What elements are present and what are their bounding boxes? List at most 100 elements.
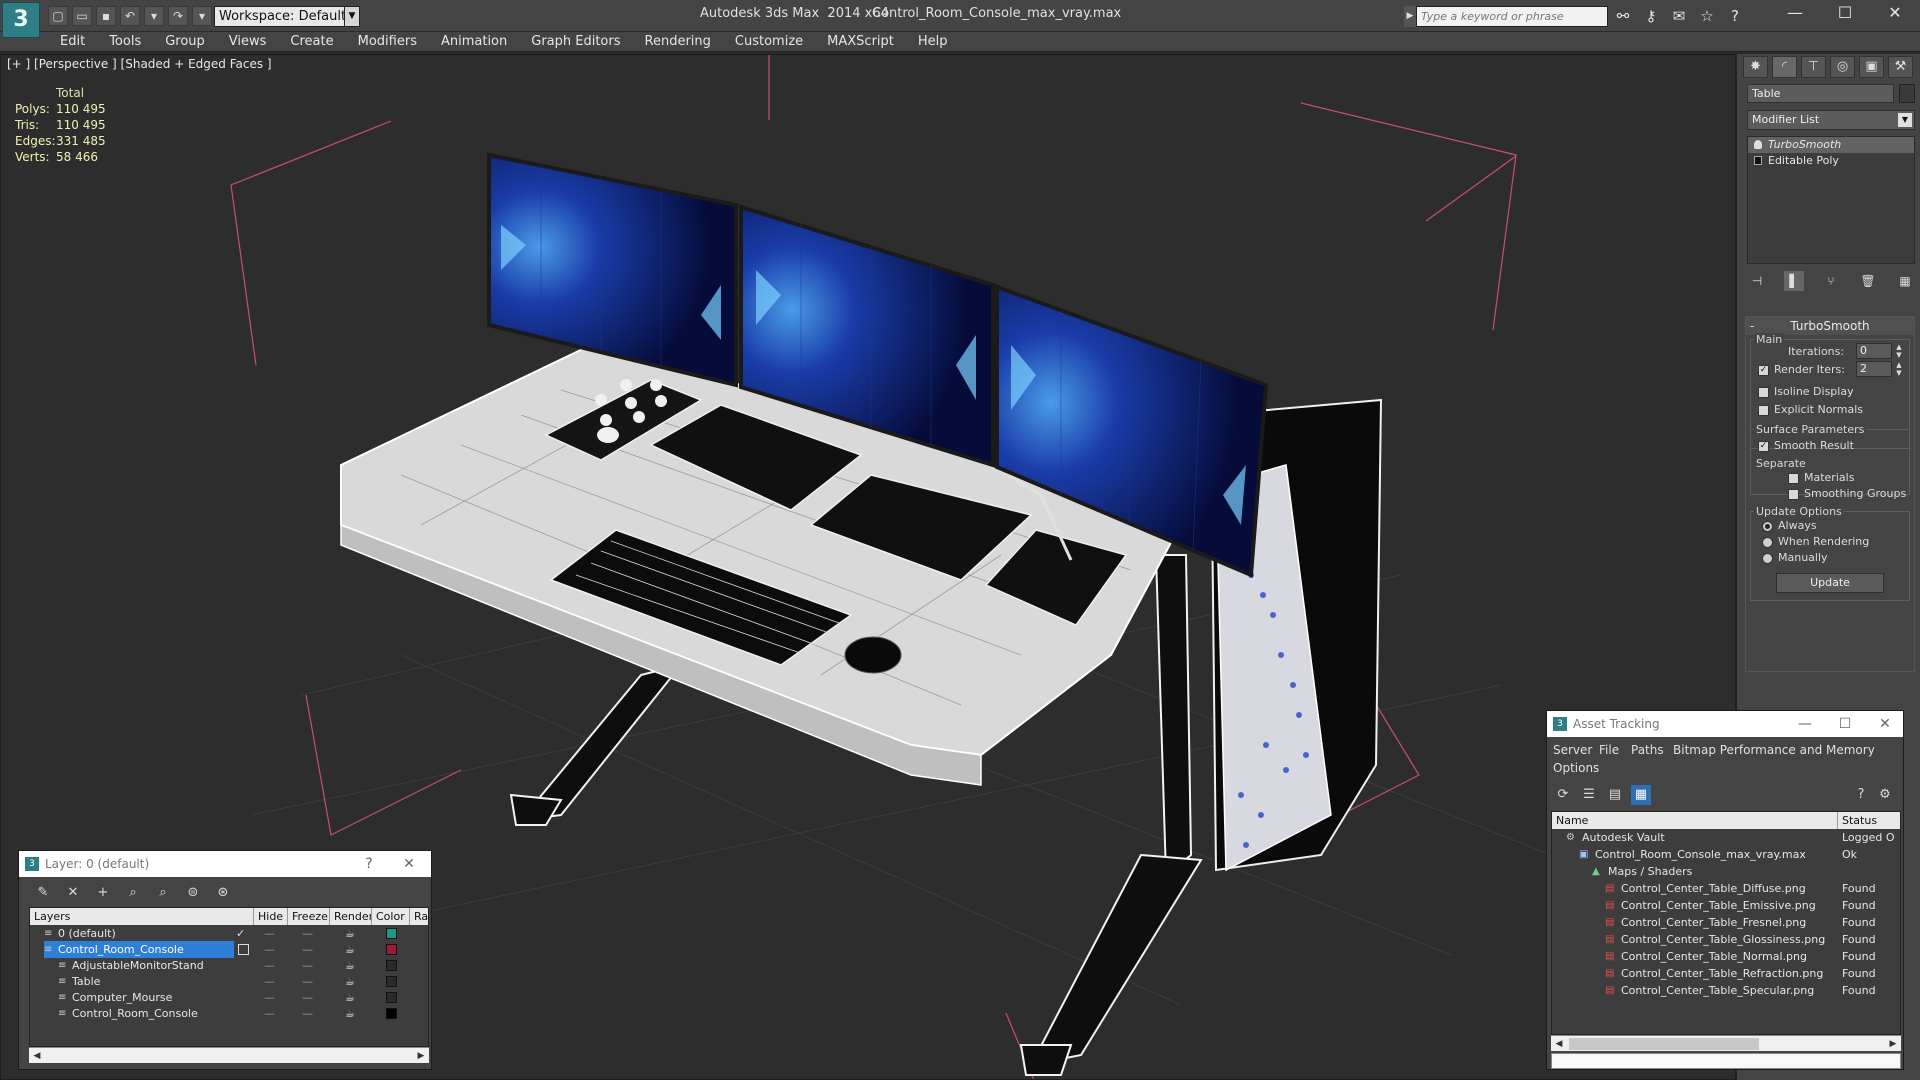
workspace-dropdown[interactable]: Workspace: Default bbox=[214, 6, 360, 27]
layer-row[interactable]: Control_Room_Console ≡ — — ☕ bbox=[30, 941, 428, 958]
asset-row[interactable]: ▣ Control_Room_Console_max_vray.max Ok bbox=[1552, 846, 1900, 863]
layer-row[interactable]: Computer_Mourse ≡ — — ☕ bbox=[30, 989, 428, 1006]
spinner-arrows-icon[interactable]: ▲ ▼ bbox=[1894, 361, 1904, 377]
layer-color-swatch[interactable] bbox=[386, 960, 397, 971]
asset-menu-paths[interactable]: Paths bbox=[1631, 743, 1664, 757]
star-icon[interactable]: ☆ bbox=[1696, 6, 1718, 26]
col-color[interactable]: Color bbox=[372, 908, 410, 925]
spinner-arrows-icon[interactable]: ▲ ▼ bbox=[1894, 343, 1904, 359]
asset-name[interactable]: Control_Room_Console_max_vray.max bbox=[1595, 846, 1836, 863]
menu-modifiers[interactable]: Modifiers bbox=[346, 32, 429, 51]
refresh-icon[interactable]: ⟳ bbox=[1553, 785, 1573, 805]
motion-tab-icon[interactable]: ◎ bbox=[1830, 56, 1855, 78]
smooth-result-checkbox[interactable]: ✓ bbox=[1758, 441, 1769, 452]
show-end-result-icon[interactable]: ▌ bbox=[1784, 271, 1804, 291]
menu-edit[interactable]: Edit bbox=[48, 32, 97, 51]
menu-customize[interactable]: Customize bbox=[723, 32, 815, 51]
layer-name[interactable]: Control_Room_Console bbox=[44, 941, 234, 958]
app-logo-icon[interactable]: 3 bbox=[2, 2, 40, 38]
undo-dropdown-icon[interactable]: ▾ bbox=[144, 6, 164, 26]
stack-item-turbosmooth[interactable]: TurboSmooth bbox=[1748, 137, 1914, 153]
asset-menu-file[interactable]: File bbox=[1599, 743, 1619, 757]
manually-radio[interactable] bbox=[1762, 553, 1773, 564]
open-file-icon[interactable]: ▭ bbox=[72, 6, 92, 26]
highlight-layer-icon[interactable]: ⌕ bbox=[153, 883, 173, 903]
menu-animation[interactable]: Animation bbox=[429, 32, 519, 51]
asset-name[interactable]: Maps / Shaders bbox=[1608, 863, 1836, 880]
lightbulb-icon[interactable] bbox=[1754, 140, 1762, 149]
make-unique-icon[interactable]: ⑂ bbox=[1821, 271, 1841, 291]
col-radiosity[interactable]: Ra bbox=[410, 908, 428, 925]
layer-color-swatch[interactable] bbox=[386, 992, 397, 1003]
menu-group[interactable]: Group bbox=[153, 32, 217, 51]
expand-icon[interactable] bbox=[1754, 156, 1762, 165]
asset-name[interactable]: Control_Center_Table_Refraction.png bbox=[1621, 965, 1836, 982]
help-icon[interactable]: ? bbox=[1724, 6, 1746, 26]
configure-sets-icon[interactable]: ▦ bbox=[1895, 271, 1915, 291]
hide-toggle[interactable]: — bbox=[264, 941, 284, 958]
menu-views[interactable]: Views bbox=[217, 32, 279, 51]
hide-toggle[interactable]: — bbox=[264, 957, 284, 974]
asset-row[interactable]: ▤ Control_Center_Table_Fresnel.png Found bbox=[1552, 914, 1900, 931]
explicit-normals-checkbox[interactable] bbox=[1758, 405, 1769, 416]
col-layers[interactable]: Layers bbox=[30, 908, 254, 925]
freeze-toggle[interactable]: — bbox=[302, 925, 322, 942]
hierarchy-tab-icon[interactable]: ⊤ bbox=[1801, 56, 1826, 78]
iterations-spinner[interactable]: 0 bbox=[1856, 343, 1892, 359]
asset-row[interactable]: ▤ Control_Center_Table_Diffuse.png Found bbox=[1552, 880, 1900, 897]
search-input[interactable]: Type a keyword or phrase bbox=[1416, 6, 1608, 27]
asset-name[interactable]: Control_Center_Table_Specular.png bbox=[1621, 982, 1836, 999]
list-view-icon[interactable]: ☰ bbox=[1579, 785, 1599, 805]
help-icon[interactable]: ? bbox=[349, 851, 389, 877]
asset-row[interactable]: ▲ Maps / Shaders bbox=[1552, 863, 1900, 880]
asset-name[interactable]: Control_Center_Table_Emissive.png bbox=[1621, 897, 1836, 914]
modifier-list-dropdown[interactable]: Modifier List ▼ bbox=[1747, 110, 1915, 130]
utilities-tab-icon[interactable]: ⚒ bbox=[1888, 56, 1913, 78]
menu-maxscript[interactable]: MAXScript bbox=[815, 32, 906, 51]
render-teapot-icon[interactable]: ☕ bbox=[345, 925, 361, 942]
layer-window-titlebar[interactable]: 3 Layer: 0 (default) ? ✕ bbox=[19, 851, 431, 877]
layer-color-swatch[interactable] bbox=[386, 1008, 397, 1019]
layer-row[interactable]: Control_Room_Console ≡ — — ☕ bbox=[30, 1005, 428, 1022]
layer-name[interactable]: 0 (default) bbox=[44, 925, 234, 942]
update-button[interactable]: Update bbox=[1776, 573, 1884, 593]
layer-color-swatch[interactable] bbox=[386, 976, 397, 987]
close-icon[interactable]: ✕ bbox=[1870, 0, 1920, 26]
menu-graph-editors[interactable]: Graph Editors bbox=[519, 32, 632, 51]
current-layer-check-icon[interactable]: ✓ bbox=[236, 925, 250, 942]
asset-menu-server[interactable]: Server bbox=[1553, 743, 1592, 757]
render-iters-checkbox[interactable]: ✓ bbox=[1758, 365, 1769, 376]
redo-icon[interactable]: ↷ bbox=[168, 6, 188, 26]
create-tab-icon[interactable]: ✸ bbox=[1743, 56, 1768, 78]
object-color-swatch[interactable] bbox=[1899, 84, 1915, 103]
scroll-left-icon[interactable]: ◀ bbox=[1551, 1036, 1567, 1052]
layer-row[interactable]: 0 (default) ≡ — — ☕ ✓ bbox=[30, 925, 428, 942]
render-teapot-icon[interactable]: ☕ bbox=[345, 1005, 361, 1022]
close-icon[interactable]: ✕ bbox=[389, 851, 429, 877]
minimize-icon[interactable]: — bbox=[1785, 711, 1825, 737]
asset-row[interactable]: ⚙ Autodesk Vault Logged O bbox=[1552, 829, 1900, 846]
delete-layer-icon[interactable]: ✕ bbox=[63, 883, 83, 903]
freeze-toggle[interactable]: — bbox=[302, 989, 322, 1006]
stack-item-editable-poly[interactable]: Editable Poly bbox=[1748, 153, 1914, 169]
object-name-field[interactable]: Table bbox=[1747, 84, 1894, 103]
hide-toggle[interactable]: — bbox=[264, 1005, 284, 1022]
freeze-toggle[interactable]: — bbox=[302, 1005, 322, 1022]
display-tab-icon[interactable]: ▣ bbox=[1859, 56, 1884, 78]
table-view-icon[interactable]: ▦ bbox=[1631, 785, 1651, 805]
when-rendering-radio[interactable] bbox=[1762, 537, 1773, 548]
materials-checkbox[interactable] bbox=[1788, 473, 1799, 484]
maximize-icon[interactable]: ☐ bbox=[1825, 711, 1865, 737]
undo-icon[interactable]: ↶ bbox=[120, 6, 140, 26]
help-icon[interactable]: ? bbox=[1851, 785, 1871, 805]
asset-row[interactable]: ▤ Control_Center_Table_Refraction.png Foun… bbox=[1552, 965, 1900, 982]
smoothing-groups-checkbox[interactable] bbox=[1788, 489, 1799, 500]
render-teapot-icon[interactable]: ☕ bbox=[345, 941, 361, 958]
menu-help[interactable]: Help bbox=[906, 32, 960, 51]
layer-name[interactable]: Control_Room_Console bbox=[58, 1005, 234, 1022]
asset-row[interactable]: ▤ Control_Center_Table_Specular.png Found bbox=[1552, 982, 1900, 999]
scroll-right-icon[interactable]: ▶ bbox=[413, 1048, 429, 1064]
thumbnail-view-icon[interactable]: ▤ bbox=[1605, 785, 1625, 805]
layer-row[interactable]: AdjustableMonitorStand ≡ — — ☕ bbox=[30, 957, 428, 974]
freeze-all-icon[interactable]: ⊛ bbox=[213, 883, 233, 903]
